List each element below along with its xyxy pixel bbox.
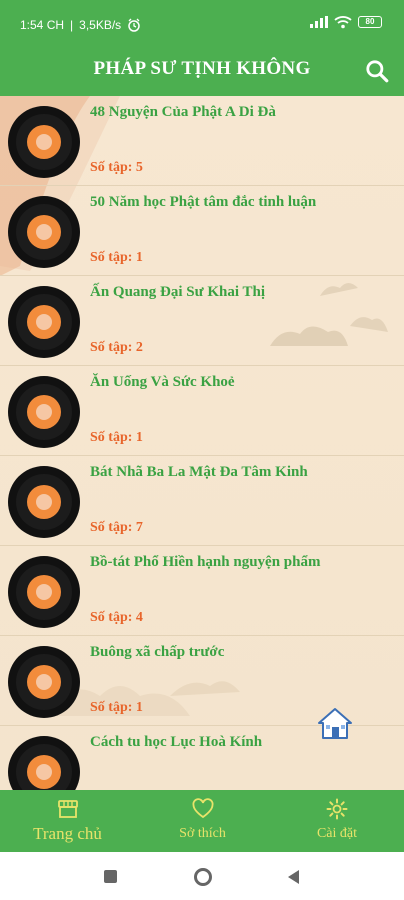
- status-time: 1:54 CH: [20, 18, 65, 32]
- tab-settings[interactable]: Cài đặt: [270, 790, 404, 852]
- vinyl-disc-icon: [8, 556, 80, 628]
- item-title: Bát Nhã Ba La Mật Đa Tâm Kinh: [90, 464, 308, 480]
- tab-home-label: Trang chủ: [33, 824, 102, 843]
- tab-home[interactable]: Trang chủ: [0, 790, 135, 852]
- vinyl-disc-icon: [8, 646, 80, 718]
- tab-settings-label: Cài đặt: [316, 826, 358, 841]
- album-list: 48 Nguyện Của Phật A Di Đà Số tập: 5 50 …: [0, 96, 404, 790]
- item-count: Số tập: 2: [90, 340, 143, 355]
- tab-favorites[interactable]: Sở thích: [135, 790, 270, 852]
- list-item[interactable]: Ấn Quang Đại Sư Khai Thị Số tập: 2: [0, 276, 404, 366]
- back-icon[interactable]: [286, 869, 300, 885]
- item-title: Bồ-tát Phổ Hiền hạnh nguyện phẩm: [90, 554, 321, 570]
- app-title: PHÁP SƯ TỊNH KHÔNG: [93, 58, 311, 79]
- item-title: 48 Nguyện Của Phật A Di Đà: [90, 104, 276, 120]
- tab-favorites-label: Sở thích: [179, 826, 226, 841]
- item-count: Số tập: 1: [90, 700, 143, 715]
- heart-icon: [192, 798, 213, 819]
- status-right: 80: [310, 15, 382, 29]
- list-item[interactable]: Bát Nhã Ba La Mật Đa Tâm Kinh Số tập: 7: [0, 456, 404, 546]
- list-item[interactable]: 50 Năm học Phật tâm đắc tinh luận Số tập…: [0, 186, 404, 276]
- list-item[interactable]: Ăn Uống Và Sức Khoẻ Số tập: 1: [0, 366, 404, 456]
- signal-icon: [310, 16, 328, 28]
- vinyl-disc-icon: [8, 376, 80, 448]
- list-item[interactable]: 48 Nguyện Của Phật A Di Đà Số tập: 5: [0, 96, 404, 186]
- recents-icon[interactable]: [104, 870, 117, 883]
- network-speed: 3,5KB/s: [79, 18, 122, 32]
- bottom-navigation: Trang chủ Sở thích Cài đặt: [0, 790, 404, 852]
- vinyl-disc-icon: [8, 736, 80, 790]
- item-title: 50 Năm học Phật tâm đắc tinh luận: [90, 194, 317, 210]
- vinyl-disc-icon: [8, 466, 80, 538]
- home-button-icon[interactable]: [194, 868, 212, 886]
- home-icon[interactable]: [316, 706, 354, 740]
- status-bar: 1:54 CH | 3,5KB/s 80: [0, 0, 404, 48]
- alarm-icon: [128, 18, 140, 32]
- wifi-icon: [334, 16, 352, 29]
- item-title: Ấn Quang Đại Sư Khai Thị: [90, 284, 266, 300]
- item-count: Số tập: 1: [90, 250, 143, 265]
- list-item[interactable]: Bồ-tát Phổ Hiền hạnh nguyện phẩm Số tập:…: [0, 546, 404, 636]
- battery-icon: 80: [358, 16, 382, 28]
- item-count: Số tập: 5: [90, 160, 143, 175]
- item-title: Buông xã chấp trước: [90, 644, 225, 660]
- vinyl-disc-icon: [8, 196, 80, 268]
- item-count: Số tập: 4: [90, 610, 143, 625]
- app-bar: PHÁP SƯ TỊNH KHÔNG: [0, 48, 404, 96]
- battery-level: 80: [365, 17, 375, 26]
- item-count: Số tập: 7: [90, 520, 143, 535]
- gear-icon: [326, 798, 348, 820]
- store-icon: [57, 800, 78, 818]
- vinyl-disc-icon: [8, 286, 80, 358]
- system-nav-bar: [0, 852, 404, 900]
- vinyl-disc-icon: [8, 106, 80, 178]
- item-count: Số tập: 1: [90, 430, 143, 445]
- item-title: Ăn Uống Và Sức Khoẻ: [90, 374, 235, 390]
- search-icon[interactable]: [364, 58, 390, 84]
- status-left: 1:54 CH | 3,5KB/s: [20, 18, 141, 32]
